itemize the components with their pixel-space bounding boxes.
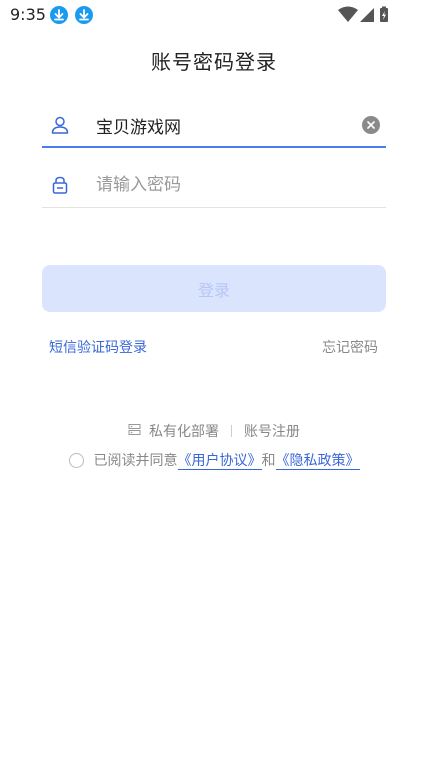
login-button[interactable]: 登录 <box>42 265 386 312</box>
privacy-policy-link[interactable]: 《隐私政策》 <box>275 450 360 470</box>
status-time: 9:35 <box>10 5 46 24</box>
signal-icon <box>360 8 374 22</box>
private-deploy-label: 私有化部署 <box>149 424 219 440</box>
system-icons <box>338 6 398 24</box>
server-icon <box>128 423 141 440</box>
agreement-checkbox[interactable] <box>68 452 84 468</box>
password-underline <box>42 207 386 208</box>
account-input[interactable] <box>96 110 356 140</box>
user-agreement-link[interactable]: 《用户协议》 <box>177 450 262 470</box>
user-icon <box>50 115 70 135</box>
status-bar: 9:35 <box>0 0 428 30</box>
sms-login-link[interactable]: 短信验证码登录 <box>49 337 147 357</box>
private-deploy-link[interactable]: 私有化部署 <box>128 421 219 441</box>
download-icon <box>50 6 68 24</box>
lock-icon <box>50 175 70 195</box>
password-input[interactable] <box>96 170 356 200</box>
page-title: 账号密码登录 <box>151 50 277 74</box>
battery-charging-icon <box>380 6 388 22</box>
privacy-policy-label: 《隐私政策》 <box>275 453 360 470</box>
account-underline <box>42 146 386 148</box>
clear-icon[interactable] <box>362 116 380 134</box>
bottom-options: 私有化部署 账号注册 <box>0 421 428 441</box>
user-agreement-label: 《用户协议》 <box>177 453 262 470</box>
divider <box>231 425 232 437</box>
register-link[interactable]: 账号注册 <box>244 421 300 441</box>
forgot-password-link[interactable]: 忘记密码 <box>322 337 378 357</box>
password-field[interactable] <box>42 164 386 208</box>
account-field[interactable] <box>42 104 386 148</box>
download-icon <box>75 6 93 24</box>
agreement-and: 和 <box>261 453 276 469</box>
wifi-icon <box>338 6 358 22</box>
agreement-prefix: 已阅读并同意 <box>93 453 178 469</box>
agreement-row: 已阅读并同意 《用户协议》 和 《隐私政策》 <box>0 450 428 470</box>
